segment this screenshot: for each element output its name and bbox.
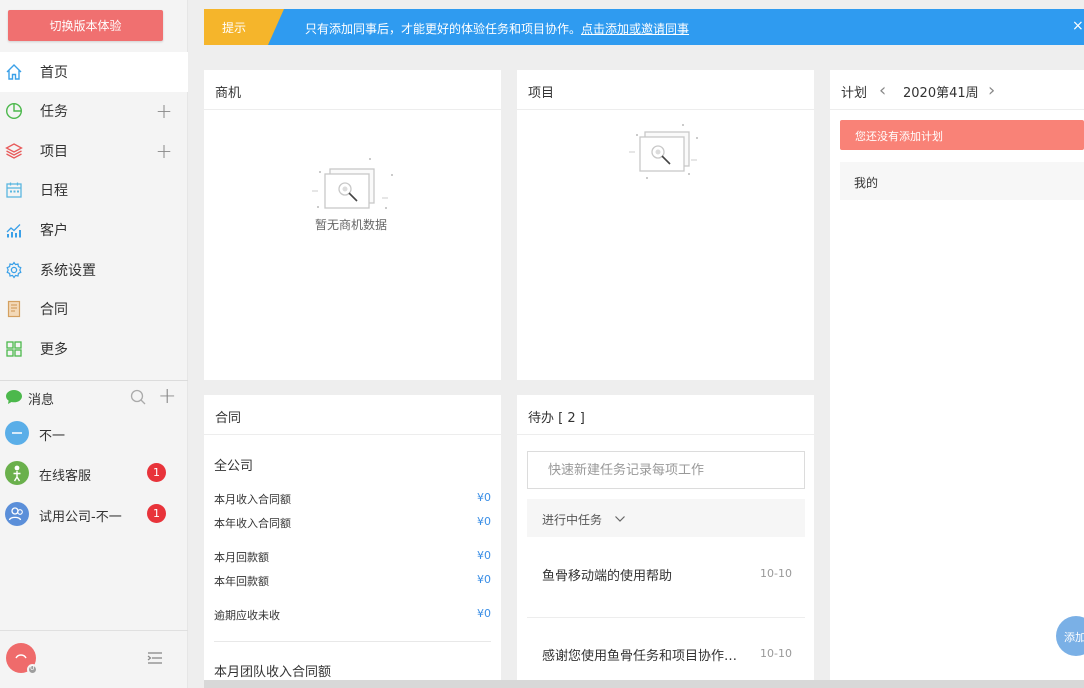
nav-item-schedule[interactable]: 日程	[0, 170, 188, 210]
tip-tag: 提示	[204, 9, 284, 45]
contact-name: 试用公司-不一	[39, 510, 122, 525]
contract-stat-row: 本年收入合同额 ¥0	[214, 515, 491, 530]
todo-title: 鱼骨移动端的使用帮助	[542, 569, 673, 584]
todo-date: 10-10	[760, 567, 792, 580]
divider	[527, 617, 805, 618]
empty-state-illustration	[627, 122, 707, 184]
customer-chart-icon	[4, 220, 24, 240]
more-grid-icon	[4, 339, 24, 359]
contact-item[interactable]: 在线客服 1	[0, 453, 188, 493]
panel-header: 项目	[517, 70, 814, 110]
sidebar: 切换版本体验 首页 任务 + 项目 + 日程 客户 系统设置 合同 更多 消息 …	[0, 0, 188, 688]
nav-item-settings[interactable]: 系统设置	[0, 250, 188, 290]
settings-gear-icon	[4, 260, 24, 280]
panel-header: 待办 [ 2 ]	[517, 395, 814, 435]
user-avatar[interactable]: 0	[6, 643, 38, 675]
empty-state-illustration	[308, 155, 400, 217]
todo-date: 10-10	[760, 647, 792, 660]
empty-state-text: 暂无商机数据	[315, 218, 388, 232]
panel-title: 计划	[841, 86, 868, 101]
divider	[0, 630, 188, 631]
add-project-icon[interactable]: +	[155, 141, 173, 161]
chat-bubble-icon	[5, 389, 23, 405]
projects-panel: 项目	[517, 70, 814, 380]
nav-label: 首页	[40, 65, 68, 81]
nav-label: 任务	[40, 104, 68, 120]
tip-banner: 提示 只有添加同事后，才能更好的体验任务和项目协作。点击添加或邀请同事 ×	[204, 9, 1084, 45]
todo-panel: 待办 [ 2 ] 进行中任务 鱼骨移动端的使用帮助 10-10 感谢您使用鱼骨任…	[517, 395, 814, 688]
invite-colleague-link[interactable]: 点击添加或邀请同事	[581, 22, 689, 36]
avatar	[5, 502, 29, 526]
nav-item-projects[interactable]: 项目 +	[0, 131, 188, 171]
avatar	[5, 461, 29, 485]
task-filter-label: 进行中任务	[542, 513, 603, 527]
project-layers-icon	[4, 141, 24, 161]
panel-header: 商机	[204, 70, 501, 110]
panel-title: 项目	[528, 86, 555, 101]
divider	[214, 641, 491, 642]
chevron-right-icon[interactable]: ›	[988, 80, 995, 101]
switch-version-button[interactable]: 切换版本体验	[8, 10, 163, 41]
horizontal-scrollbar[interactable]	[204, 680, 1084, 688]
contract-stat-row: 本年回款额 ¥0	[214, 573, 491, 588]
week-label: 2020第41周	[903, 86, 979, 101]
my-plan-section[interactable]: 我的	[840, 162, 1084, 200]
contract-stat-row: 本月回款额 ¥0	[214, 549, 491, 564]
divider	[0, 380, 188, 381]
panel-header: 计划 ‹ 2020第41周 ›	[830, 70, 1084, 110]
calendar-icon	[4, 180, 24, 200]
messages-title: 消息	[28, 393, 55, 408]
contracts-panel: 合同 全公司 本月收入合同额 ¥0 本年收入合同额 ¥0 本月回款额 ¥0 本年回款额…	[204, 395, 501, 688]
team-contracts-label: 本月团队收入合同额	[214, 665, 332, 680]
close-icon[interactable]: ×	[1072, 18, 1084, 34]
home-icon	[4, 62, 24, 82]
contact-name: 不一	[39, 429, 66, 444]
nav-label: 合同	[40, 302, 68, 318]
unread-badge: 1	[147, 463, 166, 482]
task-pie-icon	[4, 101, 24, 121]
tip-text: 只有添加同事后，才能更好的体验任务和项目协作。点击添加或邀请同事	[305, 22, 690, 36]
nav-item-home[interactable]: 首页	[0, 52, 188, 92]
nav-label: 更多	[40, 342, 68, 358]
panel-title: 商机	[215, 86, 242, 101]
messages-header: 消息 +	[0, 382, 188, 412]
nav-label: 项目	[40, 144, 68, 160]
nav-label: 客户	[40, 223, 68, 239]
nav-label: 日程	[40, 183, 68, 199]
panel-title: 合同	[215, 411, 242, 426]
contract-icon	[4, 299, 24, 319]
todo-title: 感谢您使用鱼骨任务和项目协作…	[542, 649, 738, 664]
nav-label: 系统设置	[40, 263, 96, 279]
contact-item[interactable]: 试用公司-不一 1	[0, 494, 188, 534]
unread-badge: 1	[147, 504, 166, 523]
chevron-left-icon[interactable]: ‹	[879, 80, 886, 101]
quick-task-input-box	[527, 451, 805, 489]
add-chat-icon[interactable]: +	[158, 384, 176, 409]
contract-stat-row: 本月收入合同额 ¥0	[214, 491, 491, 506]
contact-name: 在线客服	[39, 469, 92, 484]
nav-item-customers[interactable]: 客户	[0, 210, 188, 250]
quick-task-input[interactable]	[528, 452, 804, 488]
contract-stat-row: 逾期应收未收 ¥0	[214, 607, 491, 622]
add-task-icon[interactable]: +	[155, 101, 173, 121]
nav-item-more[interactable]: 更多	[0, 329, 188, 369]
todo-item[interactable]: 感谢您使用鱼骨任务和项目协作… 10-10	[527, 623, 805, 683]
panel-header: 合同	[204, 395, 501, 435]
company-scope-label: 全公司	[214, 459, 254, 474]
contact-item[interactable]: 不一	[0, 413, 188, 453]
status-badge: 0	[27, 664, 38, 675]
nav-item-contracts[interactable]: 合同	[0, 289, 188, 329]
avatar	[5, 421, 29, 445]
chevron-down-icon	[614, 513, 626, 523]
search-icon[interactable]	[129, 388, 147, 406]
panel-title: 待办 [ 2 ]	[528, 411, 585, 426]
deals-panel: 商机 暂无商机数据	[204, 70, 501, 380]
todo-item[interactable]: 鱼骨移动端的使用帮助 10-10	[527, 543, 805, 603]
plan-panel: 计划 ‹ 2020第41周 › 您还没有添加计划 我的	[830, 70, 1084, 688]
task-filter-dropdown[interactable]: 进行中任务	[527, 499, 805, 537]
nav-item-tasks[interactable]: 任务 +	[0, 91, 188, 131]
collapse-sidebar-icon[interactable]	[146, 650, 164, 666]
no-plan-alert[interactable]: 您还没有添加计划	[840, 120, 1084, 150]
